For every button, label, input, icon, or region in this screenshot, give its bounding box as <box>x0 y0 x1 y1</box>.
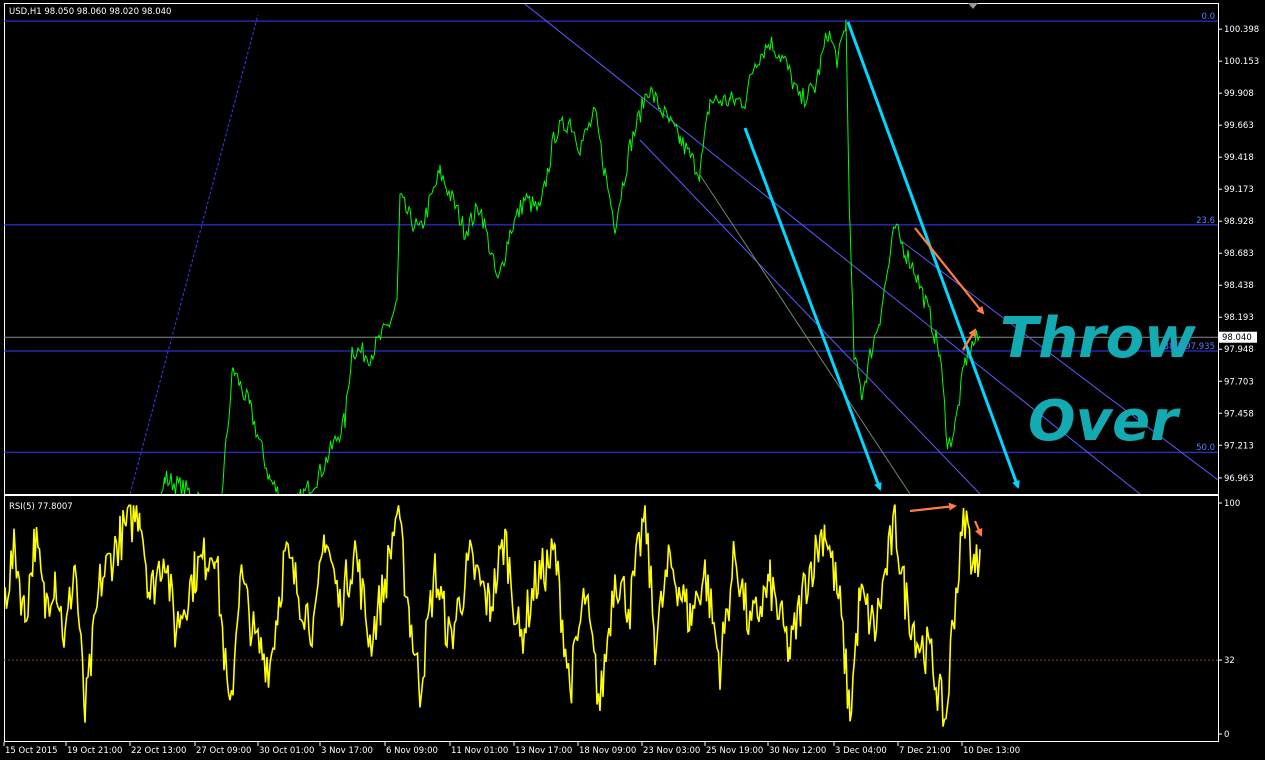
trading-chart: Throw Over USD,H1 98.050 98.060 98.020 9… <box>3 3 1259 756</box>
price-series-line <box>160 19 981 494</box>
chart-shift-marker[interactable] <box>968 3 978 9</box>
time-tick-label-2: 22 Oct 13:00 <box>131 746 186 756</box>
time-tick-label-1: 19 Oct 21:00 <box>67 746 122 756</box>
time-tick-label-3: 27 Oct 09:00 <box>196 746 251 756</box>
time-axis-ticks: 15 Oct 2015 19 Oct 21:00 22 Oct 13:00 27 Oc… <box>3 742 1020 756</box>
channel-line-mid <box>639 139 981 494</box>
trend-arrow-left <box>743 127 882 491</box>
time-tick-label-12: 30 Nov 12:00 <box>769 746 826 756</box>
time-tick-label-13: 3 Dec 04:00 <box>835 746 887 756</box>
fib-labels: 0.0 23.6 38.2 97.935 50.0 <box>1164 12 1215 453</box>
time-tick-label-4: 30 Oct 01:00 <box>259 746 314 756</box>
rsi-panel-header: RSI(5) 77.8007 <box>9 502 73 512</box>
fibonacci-levels <box>4 20 1218 453</box>
price-tick-label-8: 98.438 <box>1224 281 1254 291</box>
price-tick-label-13: 97.213 <box>1224 441 1254 451</box>
price-tick-label-11: 97.703 <box>1224 377 1254 387</box>
price-tick-label-14: 96.963 <box>1224 474 1254 484</box>
price-panel-header: USD,H1 98.050 98.060 98.020 98.040 <box>9 7 171 17</box>
time-tick-label-0: 15 Oct 2015 <box>5 746 58 756</box>
rsi-tick-label-2: 0 <box>1224 730 1229 740</box>
time-tick-label-9: 18 Nov 09:00 <box>579 746 636 756</box>
price-tick-label-12: 97.458 <box>1224 409 1254 419</box>
price-tick-label-2: 99.908 <box>1224 89 1254 99</box>
time-tick-label-14: 7 Dec 21:00 <box>899 746 951 756</box>
rsi-tick-label-0: 100 <box>1224 499 1240 509</box>
time-tick-label-10: 23 Nov 03:00 <box>643 746 700 756</box>
rsi-axis-ticks: 100 32 0 <box>1218 499 1240 740</box>
price-tick-label-9: 98.193 <box>1224 313 1254 323</box>
time-tick-label-11: 25 Nov 19:00 <box>706 746 763 756</box>
rsi-arrow-down <box>973 520 983 537</box>
fib-label-0: 0.0 <box>1201 12 1215 22</box>
price-tick-label-5: 99.173 <box>1224 185 1254 195</box>
rsi-overlays <box>4 502 1218 727</box>
annotation-text-line1: Throw <box>1000 306 1196 371</box>
dotted-trendline <box>129 14 259 494</box>
price-tick-label-4: 99.418 <box>1224 153 1254 163</box>
channel-line-lower <box>699 174 911 494</box>
rsi-series-line <box>4 504 981 727</box>
current-price-badge: 98.040 <box>1222 333 1252 343</box>
price-tick-label-10: 97.948 <box>1224 345 1254 355</box>
time-tick-label-6: 6 Nov 09:00 <box>386 746 438 756</box>
price-tick-label-1: 100.153 <box>1224 57 1259 67</box>
fib-label-1: 23.6 <box>1196 216 1215 226</box>
trend-arrow-right <box>846 21 1020 489</box>
price-overlays <box>4 4 1218 494</box>
time-tick-label-5: 3 Nov 17:00 <box>321 746 373 756</box>
fib-label-2: 38.2 97.935 <box>1164 342 1215 352</box>
time-tick-label-7: 11 Nov 01:00 <box>451 746 508 756</box>
fib-label-3: 50.0 <box>1196 443 1215 453</box>
time-tick-label-8: 13 Nov 17:00 <box>515 746 572 756</box>
time-tick-label-15: 10 Dec 13:00 <box>963 746 1020 756</box>
price-tick-label-0: 100.398 <box>1224 25 1259 35</box>
price-axis-ticks: 100.398 100.153 99.908 99.663 99.418 99.173 98… <box>1218 25 1259 484</box>
rsi-tick-label-1: 32 <box>1224 656 1235 666</box>
annotation-text-line2: Over <box>1028 389 1181 454</box>
price-tick-label-6: 98.928 <box>1224 217 1254 227</box>
price-tick-label-7: 98.683 <box>1224 249 1254 259</box>
price-tick-label-3: 99.663 <box>1224 121 1254 131</box>
rsi-arrow-right <box>909 502 957 513</box>
